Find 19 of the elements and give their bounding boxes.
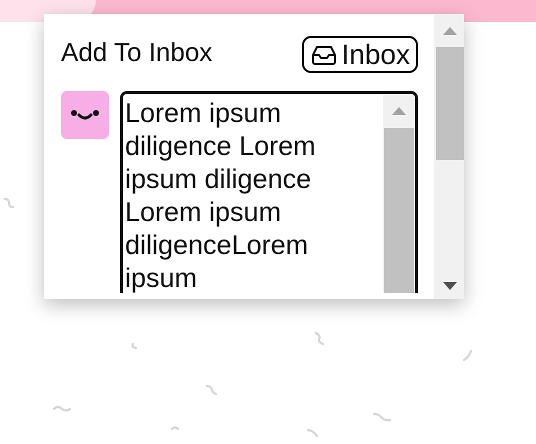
squiggle-icon: [307, 429, 319, 438]
inbox-tray-icon: [312, 44, 336, 64]
squiggle-icon: [463, 350, 473, 362]
squiggle-icon: [206, 385, 218, 395]
squiggle-icon: [315, 332, 325, 346]
squiggle-icon: [53, 405, 72, 413]
down-arrow-icon[interactable]: [443, 282, 457, 290]
message-field[interactable]: Lorem ipsum diligence Lorem ipsum diligence Lorem ipsum diligenceLorem ipsum: [120, 91, 418, 293]
inbox-button[interactable]: Inbox: [302, 36, 418, 73]
squiggle-icon: [373, 413, 392, 422]
scrollbar[interactable]: [383, 94, 415, 293]
up-arrow-icon[interactable]: [392, 107, 406, 115]
squiggle-icon: [171, 425, 179, 431]
squiggle-icon: [131, 343, 138, 350]
squiggle-icon: [4, 198, 15, 209]
popup-title: Add To Inbox: [61, 36, 212, 66]
up-arrow-icon[interactable]: [443, 26, 457, 34]
scrollbar[interactable]: [434, 14, 464, 299]
smiley-avatar-icon: [61, 91, 109, 139]
